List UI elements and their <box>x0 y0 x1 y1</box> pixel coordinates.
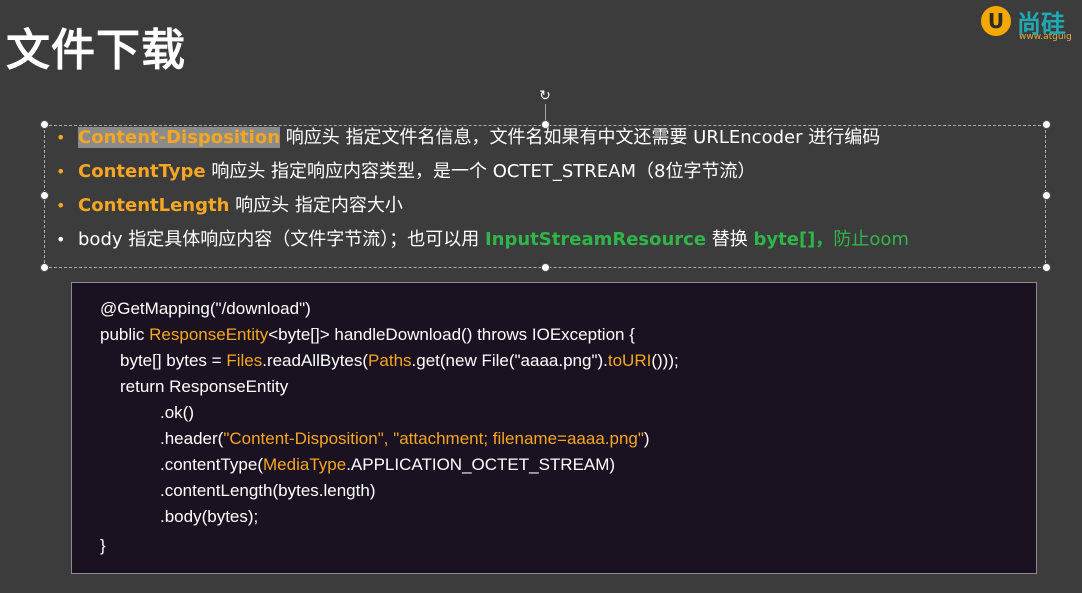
slide-title: 文件下载 <box>6 25 186 76</box>
keyword-content-disposition: Content-Disposition <box>78 127 281 148</box>
code-line-3: byte[] bytes = Files.readAllBytes(Paths.… <box>120 351 679 370</box>
rotate-handle-icon[interactable]: ↻ <box>538 89 552 103</box>
code-line-10: } <box>100 536 106 555</box>
bullet-dot-icon: • <box>56 128 66 147</box>
bullet-content-type: • ContentType 响应头 指定响应内容类型，是一个 OCTET_STR… <box>56 155 1046 189</box>
text-prevent-oom: 防止oom <box>833 229 909 250</box>
bullet-text: 响应头 指定文件名信息，文件名如果有中文还需要 URLEncoder 进行编码 <box>280 127 881 148</box>
bullet-list[interactable]: • Content-Disposition 响应头 指定文件名信息，文件名如果有… <box>56 125 1046 257</box>
bullet-content-disposition: • Content-Disposition 响应头 指定文件名信息，文件名如果有… <box>56 121 1046 155</box>
logo-mark: U <box>981 6 1011 36</box>
bullet-dot-icon: • <box>56 230 66 249</box>
resize-handle-left[interactable] <box>40 191 49 200</box>
code-line-1: @GetMapping("/download") <box>100 299 311 318</box>
keyword-content-length: ContentLength <box>78 195 230 216</box>
bullet-text: 替换 <box>706 229 754 250</box>
code-line-8: .contentLength(bytes.length) <box>160 481 376 500</box>
keyword-content-type: ContentType <box>78 161 206 182</box>
bullet-content-length: • ContentLength 响应头 指定内容大小 <box>56 189 1046 223</box>
logo-url: www.atguig <box>1019 32 1072 42</box>
bullet-body: • body 指定具体响应内容（文件字节流）；也可以用 InputStreamR… <box>56 223 1046 257</box>
bullet-dot-icon: • <box>56 162 66 181</box>
code-block: @GetMapping("/download") public Response… <box>71 282 1037 574</box>
resize-handle-bottom-right[interactable] <box>1042 263 1051 272</box>
resize-handle-top-left[interactable] <box>40 120 49 129</box>
code-line-4: return ResponseEntity <box>120 377 289 396</box>
resize-handle-bottom-left[interactable] <box>40 263 49 272</box>
bullet-text: 响应头 指定响应内容类型，是一个 OCTET_STREAM（8位字节流） <box>205 161 756 182</box>
resize-handle-bottom[interactable] <box>541 263 550 272</box>
bullet-dot-icon: • <box>56 196 66 215</box>
keyword-input-stream-resource: InputStreamResource <box>484 229 707 250</box>
brand-logo: U 尚硅 www.atguig <box>981 4 1082 44</box>
bullet-text: body 指定具体响应内容（文件字节流）；也可以用 <box>78 229 485 250</box>
keyword-byte-array: byte[]， <box>753 229 834 250</box>
code-line-7: .contentType(MediaType.APPLICATION_OCTET… <box>160 455 616 474</box>
code-line-2: public ResponseEntity<byte[]> handleDown… <box>100 325 635 344</box>
code-line-6: .header("Content-Disposition", "attachme… <box>160 429 650 448</box>
code-line-9: .body(bytes); <box>160 507 259 526</box>
code-line-5: .ok() <box>160 403 194 422</box>
bullet-text: 响应头 指定内容大小 <box>229 195 403 216</box>
